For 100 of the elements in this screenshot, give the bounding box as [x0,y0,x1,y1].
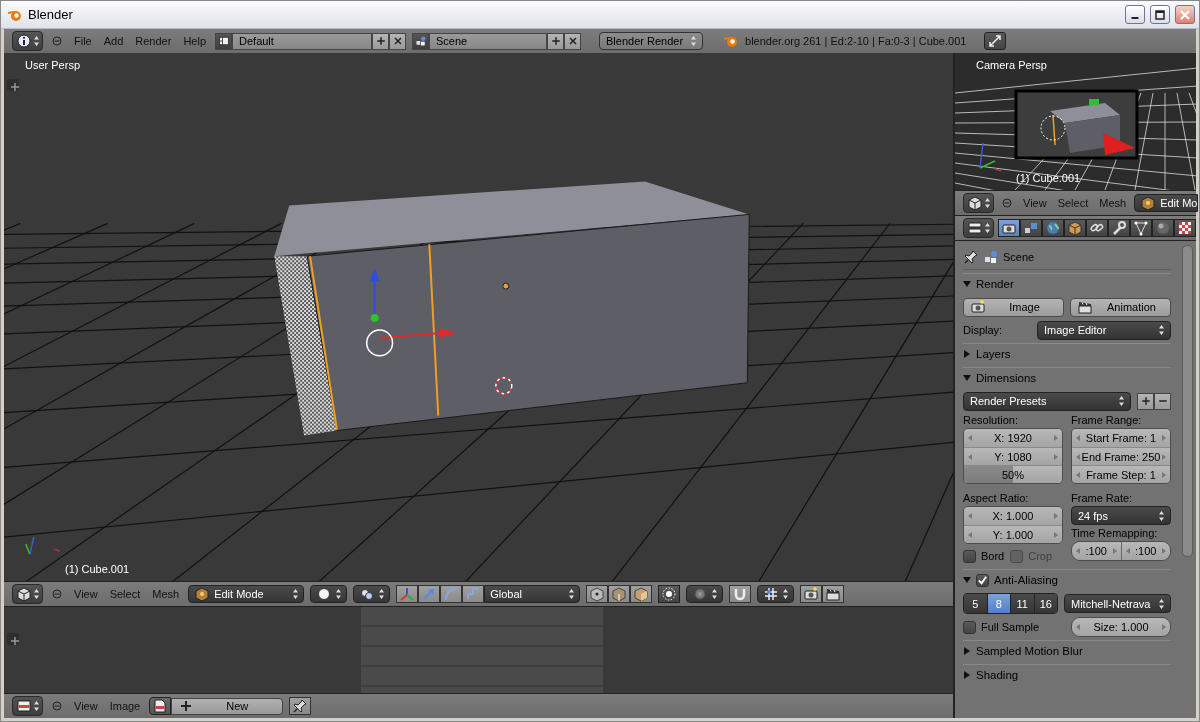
properties-tab[interactable] [1020,219,1042,237]
scrollbar[interactable] [1182,245,1193,557]
panel-header[interactable]: Shading [963,664,1171,685]
menu-item[interactable]: View [71,586,101,602]
menu-item[interactable]: Select [106,586,144,602]
render-engine-dropdown[interactable]: Blender Render [599,32,703,50]
number-field[interactable]: Y: 1.000 [964,525,1062,543]
vertex-select-toggle[interactable] [586,585,609,603]
region-toggle[interactable] [7,633,19,645]
snap-dropdown[interactable] [757,585,795,603]
menu-item[interactable]: Mesh [1096,195,1130,211]
menu-item[interactable]: Add [100,33,127,49]
panel-header[interactable]: Dimensions [963,367,1171,388]
occlude-toggle[interactable] [658,585,681,603]
mode-dropdown[interactable]: Edit Mo [1134,194,1199,212]
pin-icon[interactable] [963,249,979,265]
menu-item[interactable]: Mesh [149,586,183,602]
properties-tab[interactable] [1042,219,1064,237]
cube-icon [1067,220,1083,236]
frame-rate-dropdown[interactable]: 24 fps [1071,506,1171,525]
triangle-mesh-icon [1133,220,1149,236]
delete-layout-button[interactable] [389,32,406,50]
menu-item[interactable]: File [71,33,95,49]
properties-tab[interactable] [1130,219,1152,237]
proportional-falloff-toggle[interactable] [729,585,752,603]
collapse-menu-icon[interactable] [999,195,1015,211]
checkbox[interactable] [963,549,976,563]
percentage-slider[interactable]: 50% [964,465,1062,483]
menu-item[interactable]: Help [180,33,209,49]
close-button[interactable] [1175,5,1195,24]
image-browse-button[interactable] [149,697,172,715]
properties-tab[interactable] [1174,219,1196,237]
edge-select-toggle[interactable] [608,585,631,603]
translate-toggle[interactable] [418,585,441,603]
add-preset-button[interactable] [1137,392,1154,410]
display-dropdown[interactable]: Image Editor [1037,320,1171,340]
checker-icon [1177,220,1193,236]
sample-option[interactable]: 11 [1010,594,1034,613]
fullscreen-button[interactable] [984,32,1007,50]
pivot-dropdown[interactable] [353,585,391,603]
sample-option[interactable]: 16 [1033,594,1057,613]
properties-tab[interactable] [1086,219,1108,237]
scene-field[interactable]: Scene [429,32,547,50]
orientation-dropdown[interactable]: Global [484,585,581,603]
panel-header[interactable]: Render [963,273,1171,294]
properties-tab[interactable] [1064,219,1086,237]
shading-dropdown[interactable] [310,585,348,603]
render-still-button[interactable] [800,585,823,603]
number-field[interactable]: Frame Step: 1 [1072,465,1170,483]
manipulator-toggle[interactable] [396,585,419,603]
menu-item[interactable]: Image [106,698,144,714]
render-animation-button[interactable] [822,585,845,603]
sample-option[interactable]: 5 [964,594,987,613]
proportional-dropdown[interactable] [686,585,724,603]
add-layout-button[interactable] [372,32,389,50]
checkbox[interactable] [976,573,989,587]
menu-item[interactable]: Select [1054,195,1092,211]
remove-preset-button[interactable] [1154,392,1171,410]
number-field[interactable]: End Frame: 250 [1072,447,1170,465]
number-field[interactable]: X: 1920 [964,429,1062,447]
region-toggle[interactable] [7,79,19,91]
properties-tab[interactable] [1152,219,1174,237]
menu-item[interactable]: View [71,698,101,714]
collapse-menu-icon[interactable] [49,33,65,49]
delete-scene-button[interactable] [564,32,581,50]
editor-type-button[interactable] [12,696,43,716]
editor-type-button[interactable] [963,218,994,238]
collapse-menu-icon[interactable] [49,586,65,602]
layout-field[interactable]: Default [232,32,372,50]
add-scene-button[interactable] [547,32,564,50]
panel-header[interactable]: Layers [963,343,1171,364]
number-field[interactable]: X: 1.000 [964,507,1062,525]
editor-type-button[interactable] [12,31,43,51]
checkbox[interactable] [963,620,976,634]
render-image-button[interactable]: Image [963,297,1064,317]
editor-type-button[interactable] [963,193,994,213]
menu-item[interactable]: View [1020,195,1050,211]
panel-header[interactable]: Anti-Aliasing [963,569,1171,590]
minimize-button[interactable] [1125,5,1145,24]
new-image-button[interactable]: New [171,697,284,715]
filter-dropdown[interactable]: Mitchell-Netrava [1064,594,1171,613]
render-animation-button[interactable]: Animation [1070,297,1171,317]
maximize-button[interactable] [1150,5,1170,24]
pin-button[interactable] [289,697,312,715]
menu-item[interactable]: Render [132,33,175,49]
updown-arrows-icon [712,589,718,599]
panel-header[interactable]: Sampled Motion Blur [963,640,1171,661]
editor-type-button[interactable] [12,584,43,604]
number-field[interactable]: Size: 1.000 [1072,618,1170,636]
collapse-menu-icon[interactable] [49,698,65,714]
number-field[interactable]: Start Frame: 1 [1072,429,1170,447]
mode-dropdown[interactable]: Edit Mode [188,585,305,603]
updown-arrows-icon [783,589,789,599]
presets-dropdown[interactable]: Render Presets [963,391,1131,411]
rotate-toggle[interactable] [440,585,463,603]
face-select-toggle[interactable] [630,585,653,603]
number-field[interactable]: Y: 1080 [964,447,1062,465]
scale-toggle[interactable] [462,585,485,603]
properties-tab[interactable] [998,219,1020,237]
properties-tab[interactable] [1108,219,1130,237]
